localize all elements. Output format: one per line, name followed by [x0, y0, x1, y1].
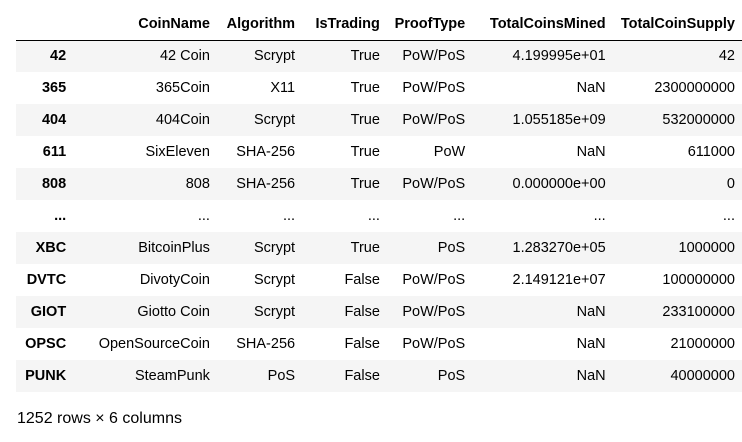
- cell-prooftype: PoW/PoS: [402, 80, 466, 96]
- cell-istrading: True: [350, 112, 380, 128]
- column-header-algorithm: Algorithm: [216, 8, 303, 41]
- column-header-coinname: CoinName: [73, 8, 217, 41]
- table-row-ellipsis: ... ... ... ... ... ... ...: [16, 200, 742, 232]
- cell-coinname: Giotto Coin: [137, 304, 210, 320]
- cell-prooftype: PoW/PoS: [402, 272, 466, 288]
- cell-algorithm: SHA-256: [236, 144, 296, 160]
- cell-prooftype: PoW/PoS: [402, 48, 466, 65]
- cell-totalcoinsupply: 611000: [687, 144, 735, 160]
- cell-totalcoinsmined: NaN: [576, 368, 606, 384]
- cell-prooftype: PoW/PoS: [402, 304, 466, 320]
- cell-algorithm: Scrypt: [253, 272, 296, 288]
- cell-totalcoinsupply: 233100000: [662, 304, 735, 320]
- cell-algorithm: Scrypt: [253, 304, 296, 320]
- cell-algorithm: PoS: [267, 368, 296, 384]
- cell-prooftype: PoW: [433, 144, 466, 160]
- cell-prooftype: PoS: [437, 240, 466, 256]
- dataframe-output: CoinName Algorithm IsTrading ProofType T…: [16, 8, 742, 392]
- column-header-totalcoinsupply: TotalCoinSupply: [612, 8, 742, 41]
- table-header-row: CoinName Algorithm IsTrading ProofType T…: [16, 8, 742, 41]
- row-index: GIOT: [30, 304, 67, 320]
- cell-totalcoinsmined: 0.000000e+00: [512, 176, 606, 192]
- cell-coinname: 808: [185, 176, 210, 192]
- table-row: XBC BitcoinPlus Scrypt True PoS 1.283270…: [16, 232, 742, 264]
- column-header-istrading: IsTrading: [302, 8, 387, 41]
- table-row: DVTC DivotyCoin Scrypt False PoW/PoS 2.1…: [16, 264, 742, 296]
- cell-totalcoinsupply: 1000000: [678, 240, 735, 256]
- row-index: PUNK: [25, 368, 67, 384]
- cell-totalcoinsmined: NaN: [576, 304, 606, 320]
- cell-algorithm: ...: [282, 208, 296, 224]
- row-index: DVTC: [26, 272, 67, 288]
- cell-totalcoinsmined: 1.055185e+09: [512, 112, 606, 128]
- cell-totalcoinsupply: 40000000: [670, 368, 735, 384]
- cell-prooftype: PoS: [437, 368, 466, 384]
- row-index: 611: [42, 144, 67, 160]
- cell-coinname: BitcoinPlus: [138, 240, 210, 256]
- table-shape-summary: 1252 rows × 6 columns: [17, 410, 182, 427]
- table-row: 42 42 Coin Scrypt True PoW/PoS 4.199995e…: [16, 40, 742, 72]
- cell-totalcoinsupply: 100000000: [662, 272, 735, 288]
- row-index: 808: [41, 176, 67, 192]
- cell-istrading: True: [350, 176, 380, 192]
- row-index: XBC: [35, 240, 67, 256]
- cell-istrading: False: [344, 368, 380, 384]
- cell-istrading: True: [350, 144, 380, 160]
- cell-prooftype: PoW/PoS: [402, 176, 466, 192]
- column-header-prooftype: ProofType: [386, 8, 473, 41]
- cell-coinname: 42 Coin: [159, 48, 210, 65]
- cell-totalcoinsmined: 4.199995e+01: [512, 48, 606, 65]
- cell-totalcoinsupply: ...: [722, 208, 735, 224]
- cell-totalcoinsupply: 42: [718, 48, 735, 65]
- cell-totalcoinsmined: ...: [593, 208, 606, 224]
- table-row: OPSC OpenSourceCoin SHA-256 False PoW/Po…: [16, 328, 742, 360]
- cell-algorithm: X11: [270, 80, 296, 96]
- cell-algorithm: Scrypt: [253, 112, 296, 128]
- cell-istrading: True: [350, 80, 380, 96]
- row-index: OPSC: [25, 336, 67, 352]
- cell-totalcoinsupply: 0: [726, 176, 735, 192]
- row-index: 365: [41, 80, 67, 96]
- table-row: 365 365Coin X11 True PoW/PoS NaN 2300000…: [16, 72, 742, 104]
- cell-totalcoinsupply: 2300000000: [654, 80, 735, 96]
- table-row: PUNK SteamPunk PoS False PoS NaN 4000000…: [16, 360, 742, 392]
- cell-totalcoinsupply: 532000000: [662, 112, 735, 128]
- row-index: 404: [41, 112, 67, 128]
- cell-algorithm: SHA-256: [236, 176, 296, 192]
- cell-istrading: True: [350, 48, 380, 65]
- cell-istrading: True: [350, 240, 380, 256]
- column-header-totalcoinsmined: TotalCoinsMined: [472, 8, 613, 41]
- cell-totalcoinsmined: 1.283270e+05: [512, 240, 606, 256]
- table-row: 611 SixEleven SHA-256 True PoW NaN 61100…: [16, 136, 742, 168]
- cell-coinname: 365Coin: [155, 80, 210, 96]
- index-header: [16, 8, 74, 41]
- row-index: ...: [54, 208, 67, 224]
- cell-coinname: DivotyCoin: [139, 272, 210, 288]
- cell-istrading: False: [344, 304, 380, 320]
- cell-algorithm: Scrypt: [253, 240, 296, 256]
- cell-coinname: SteamPunk: [134, 368, 210, 384]
- cell-prooftype: PoW/PoS: [402, 112, 466, 128]
- cell-istrading: False: [344, 272, 380, 288]
- cell-totalcoinsmined: NaN: [576, 144, 606, 160]
- cell-totalcoinsmined: NaN: [576, 336, 606, 352]
- cell-coinname: 404Coin: [155, 112, 210, 128]
- cell-coinname: SixEleven: [145, 144, 210, 160]
- cell-coinname: ...: [197, 208, 210, 224]
- dataframe-table: CoinName Algorithm IsTrading ProofType T…: [16, 8, 742, 392]
- table-row: 404 404Coin Scrypt True PoW/PoS 1.055185…: [16, 104, 742, 136]
- cell-prooftype: PoW/PoS: [402, 336, 466, 352]
- cell-algorithm: Scrypt: [253, 48, 296, 65]
- cell-coinname: OpenSourceCoin: [98, 336, 210, 352]
- cell-totalcoinsupply: 21000000: [670, 336, 735, 352]
- cell-totalcoinsmined: 2.149121e+07: [512, 272, 606, 288]
- row-index: 42: [50, 48, 67, 65]
- cell-totalcoinsmined: NaN: [576, 80, 606, 96]
- cell-prooftype: ...: [453, 208, 466, 224]
- cell-algorithm: SHA-256: [236, 336, 296, 352]
- table-row: 808 808 SHA-256 True PoW/PoS 0.000000e+0…: [16, 168, 742, 200]
- table-row: GIOT Giotto Coin Scrypt False PoW/PoS Na…: [16, 296, 742, 328]
- cell-istrading: ...: [367, 208, 380, 224]
- cell-istrading: False: [344, 336, 380, 352]
